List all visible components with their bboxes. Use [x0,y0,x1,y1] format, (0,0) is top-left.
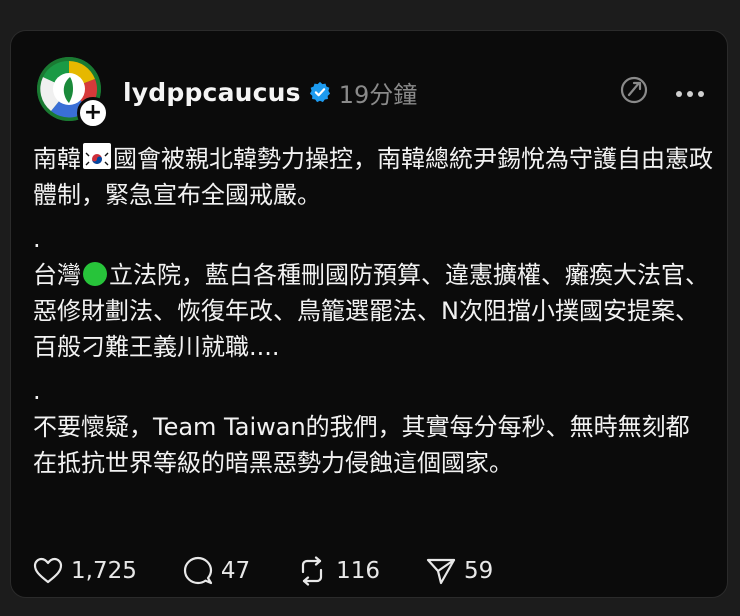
username[interactable]: lydppcaucus [123,78,301,107]
avatar-container[interactable]: + [37,57,109,129]
paragraph-2-lead: 台灣 [33,261,81,289]
share-icon [426,558,456,585]
repost-icon [302,556,323,586]
separator-2: . [33,377,41,405]
paragraph-2-rest: 立法院，藍白各種刪國防預算、違憲擴權、癱瘓大法官、惡修財劃法、恢復年改、鳥籠選罷… [33,261,709,361]
post-timestamp: 19分鐘 [338,80,418,109]
screenshot-frame: + lydppcaucus 19分鐘 南韓 國會被親北韓勢力操控，南韓總統尹錫悅… [0,0,740,616]
repost-button[interactable]: 116 [296,556,380,586]
more-icon[interactable] [675,83,705,102]
green-circle-icon [83,262,107,286]
comment-count: 47 [220,558,251,584]
paragraph-1-lead: 南韓 [33,145,81,173]
comment-icon [183,556,212,585]
paragraph-1-rest: 國會被親北韓勢力操控，南韓總統尹錫悅為守護自由憲政體制，緊急宣布全國戒嚴。 [33,145,713,209]
post-stats: 1,725 47 116 59 [33,553,521,589]
comment-button[interactable]: 47 [183,556,250,586]
follow-badge[interactable]: + [77,97,109,129]
heart-icon [33,557,63,584]
paragraph-2: 台灣 立法院，藍白各種刪國防預算、違憲擴權、癱瘓大法官、惡修財劃法、恢復年改、鳥籠… [33,257,713,365]
paragraph-1: 南韓 國會被親北韓勢力操控，南韓總統尹錫悅為守護自由憲政體制，緊急宣布全國戒嚴。 [33,141,713,213]
share-button[interactable]: 59 [426,557,493,585]
header-actions [593,75,705,109]
verified-badge-icon [309,81,331,103]
post-header: lydppcaucus 19分鐘 [123,75,417,109]
translate-icon[interactable] [619,75,649,109]
like-button[interactable]: 1,725 [33,557,137,585]
south-korea-flag-icon [83,143,111,169]
separator-1: . [33,225,41,253]
repost-count: 116 [336,558,381,584]
like-count: 1,725 [71,558,137,584]
post-body: 南韓 國會被親北韓勢力操控，南韓總統尹錫悅為守護自由憲政體制，緊急宣布全國戒嚴。 … [33,141,713,481]
share-count: 59 [464,558,494,584]
post-card: + lydppcaucus 19分鐘 南韓 國會被親北韓勢力操控，南韓總統尹錫悅… [10,30,728,598]
paragraph-3: 不要懷疑，Team Taiwan的我們，其實每分每秒、無時無刻都在抵抗世界等級的… [33,413,690,477]
